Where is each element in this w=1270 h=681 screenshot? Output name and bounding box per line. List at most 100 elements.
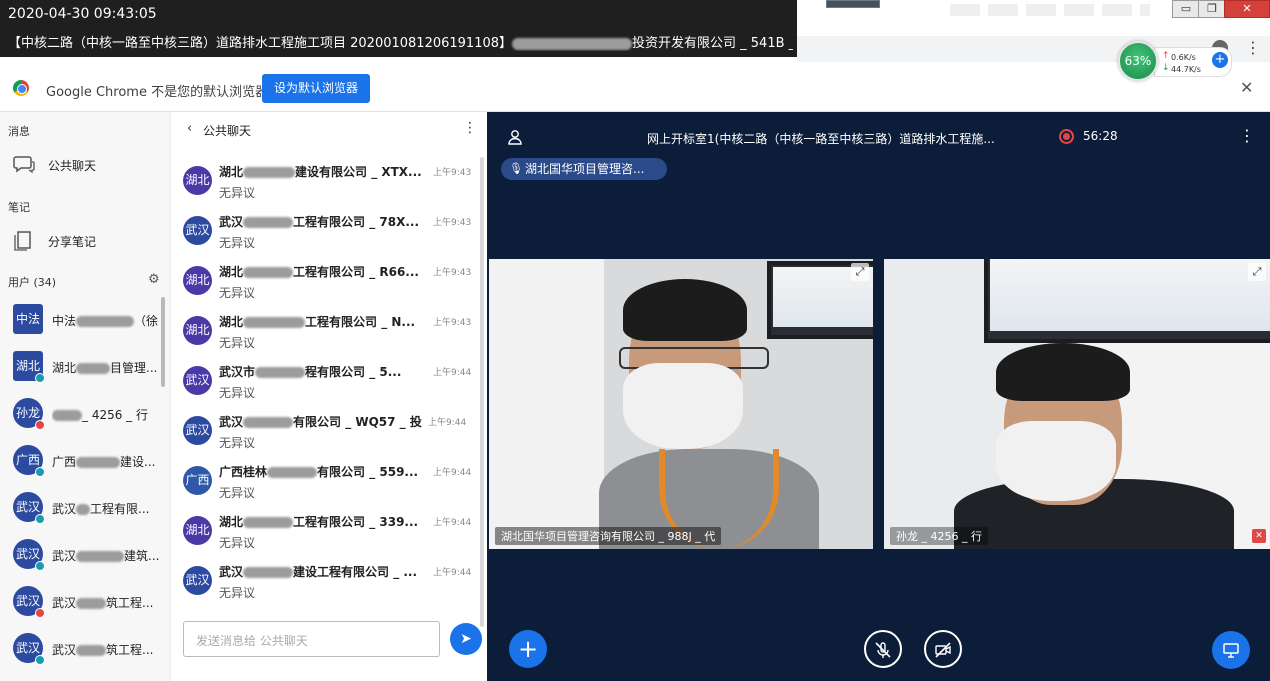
avatar: 武汉 — [183, 566, 212, 595]
taskbar-thumbnail[interactable] — [826, 0, 880, 8]
user-name: 武汉 工程有限... — [52, 502, 150, 516]
download-speed: 44.7K/s — [1171, 65, 1201, 74]
infobar-close-icon[interactable]: ✕ — [1240, 78, 1253, 97]
user-item[interactable]: 中法 中法 （徐 — [0, 298, 160, 342]
browser-menu-icon[interactable]: ⋮ — [1245, 38, 1261, 57]
user-item[interactable]: 武汉 武汉 筑工程... — [0, 580, 160, 624]
expand-icon[interactable]: ⤢ — [851, 263, 869, 281]
close-window-button[interactable]: ✕ — [1224, 0, 1270, 18]
message-sender: 武汉 工程有限公司 _ 78X... — [219, 215, 419, 229]
message-text: 无异议 — [219, 186, 256, 200]
chat-header: ‹ 公共聊天 ⋮ — [171, 112, 488, 146]
chat-more-icon[interactable]: ⋮ — [463, 120, 477, 136]
user-item[interactable]: 武汉 武汉 工程有限... — [0, 486, 160, 530]
notes-section-label: 笔记 — [8, 201, 30, 214]
sidebar-item-shared-notes[interactable]: 分享笔记 — [0, 222, 160, 258]
add-action-button[interactable]: + — [509, 630, 547, 668]
chat-message: 湖北 湖北 工程有限公司 _ R66... 上午9:43 无异议 — [171, 258, 476, 308]
message-sender: 湖北 工程有限公司 _ 339... — [219, 515, 419, 529]
status-badge — [35, 608, 45, 618]
user-item[interactable]: 湖北 湖北 目管理... — [0, 345, 160, 389]
shared-notes-label: 分享笔记 — [48, 235, 97, 249]
message-time: 上午9:43 — [433, 218, 472, 228]
avatar: 中法 — [13, 304, 43, 334]
chat-message: 武汉 武汉 建设工程有限公司 _ ... 上午9:44 无异议 — [171, 558, 476, 608]
network-monitor[interactable]: ↑ 0.6K/s ↓ 44.7K/s 63% + — [1118, 41, 1234, 83]
user-item[interactable]: 武汉 武汉 建筑... — [0, 533, 160, 577]
chrome-logo-icon — [13, 80, 29, 96]
chat-bubble-icon — [12, 152, 36, 176]
status-badge — [35, 467, 45, 477]
chat-message: 武汉 武汉 工程有限公司 _ 78X... 上午9:43 无异议 — [171, 208, 476, 258]
message-time: 上午9:44 — [433, 468, 472, 478]
message-text: 无异议 — [219, 386, 256, 400]
video-conference-area: 网上开标室1(中核二路（中核一路至中核三路）道路排水工程施... 56:28 ⋮… — [487, 112, 1270, 681]
redacted-text — [512, 37, 633, 50]
message-time: 上午9:44 — [433, 568, 472, 578]
chat-message: 武汉 武汉 有限公司 _ WQ57 _ 投 上午9:44 无异议 — [171, 408, 476, 458]
video-more-icon[interactable]: ⋮ — [1239, 126, 1255, 145]
status-badge — [35, 655, 45, 665]
chat-message: 广西 广西桂林 有限公司 _ 559... 上午9:44 无异议 — [171, 458, 476, 508]
default-browser-infobar: Google Chrome 不是您的默认浏览器 设为默认浏览器 ✕ — [0, 62, 1270, 112]
chat-message: 湖北 湖北 建设有限公司 _ XTX... 上午9:43 无异议 — [171, 158, 476, 208]
user-item[interactable]: 孙龙 _ 4256 _ 行 — [0, 392, 160, 436]
person-hair — [996, 343, 1130, 401]
message-sender: 武汉 有限公司 _ WQ57 _ 投 — [219, 415, 422, 429]
user-item[interactable]: 武汉 武汉 筑工程... — [0, 627, 160, 671]
upload-arrow-icon: ↑ — [1162, 51, 1170, 61]
record-icon[interactable] — [1059, 129, 1074, 144]
sidebar-item-public-chat[interactable]: 公共聊天 — [0, 146, 160, 182]
user-name: 武汉 筑工程... — [52, 596, 154, 610]
user-item[interactable]: 广西 广西 建设... — [0, 439, 160, 483]
message-time: 上午9:44 — [433, 518, 472, 528]
user-name: 武汉 建筑... — [52, 549, 160, 563]
camera-off-button[interactable] — [924, 630, 962, 668]
set-default-browser-button[interactable]: 设为默认浏览器 — [262, 74, 370, 103]
avatar: 武汉 — [183, 416, 212, 445]
message-sender: 武汉 建设工程有限公司 _ ... — [219, 565, 418, 579]
message-time: 上午9:43 — [433, 268, 472, 278]
chat-message: 武汉 武汉市 程有限公司 _ 5... 上午9:44 无异议 — [171, 358, 476, 408]
user-name: _ 4256 _ 行 — [52, 406, 160, 423]
message-text: 无异议 — [219, 236, 256, 250]
status-badge — [35, 514, 45, 524]
avatar: 武汉 — [183, 216, 212, 245]
left-sidebar: 消息 公共聊天 笔记 分享笔记 用户 (34) ⚙ 中法 中法 （徐 湖北 湖北目… — [0, 112, 170, 681]
avatar: 湖北 — [183, 266, 212, 295]
download-arrow-icon: ↓ — [1162, 63, 1170, 73]
message-time: 上午9:44 — [428, 418, 467, 428]
timestamp: 2020-04-30 09:43:05 — [8, 6, 157, 22]
chat-message-input[interactable]: 发送消息给 公共聊天 — [183, 621, 440, 657]
user-icon[interactable] — [507, 129, 523, 145]
message-time: 上午9:43 — [433, 168, 472, 178]
back-chevron-icon[interactable]: ‹ — [187, 121, 192, 136]
message-text: 无异议 — [219, 286, 256, 300]
message-text: 无异议 — [219, 486, 256, 500]
mute-microphone-button[interactable] — [864, 630, 902, 668]
screen-share-button[interactable] — [1212, 631, 1250, 669]
message-sender: 湖北 工程有限公司 _ R66... — [219, 265, 419, 279]
expand-icon[interactable]: ⤢ — [1248, 263, 1266, 281]
minimize-button[interactable]: ▭ — [1172, 0, 1200, 18]
avatar: 武汉 — [183, 366, 212, 395]
active-speaker-indicator: 🎙 湖北国华项目管理咨... — [501, 158, 667, 180]
active-speaker-name: 湖北国华项目管理咨... — [525, 162, 645, 176]
record-timer: 56:28 — [1083, 129, 1118, 143]
maximize-button[interactable]: ❐ — [1198, 0, 1226, 18]
sidebar-scrollbar[interactable] — [161, 297, 165, 387]
chat-title: 公共聊天 — [203, 124, 252, 138]
participant-name: 孙龙 _ 4256 _ 行 — [890, 527, 988, 545]
chat-scrollbar[interactable] — [480, 157, 484, 627]
video-tile[interactable]: ⤢ 孙龙 _ 4256 _ 行 ✕ — [884, 259, 1270, 549]
network-plus-icon[interactable]: + — [1212, 52, 1228, 68]
message-text: 无异议 — [219, 586, 256, 600]
microphone-icon: 🎙 — [509, 162, 523, 175]
send-button[interactable]: ➤ — [450, 623, 482, 655]
person-hair — [623, 279, 747, 341]
gear-icon[interactable]: ⚙ — [148, 272, 160, 287]
message-sender: 湖北 建设有限公司 _ XTX... — [219, 165, 422, 179]
face-mask — [996, 421, 1116, 501]
browser-tabs[interactable] — [950, 4, 1150, 16]
video-tile[interactable]: ⤢ 湖北国华项目管理咨询有限公司 _ 988J _ 代 — [489, 259, 873, 549]
